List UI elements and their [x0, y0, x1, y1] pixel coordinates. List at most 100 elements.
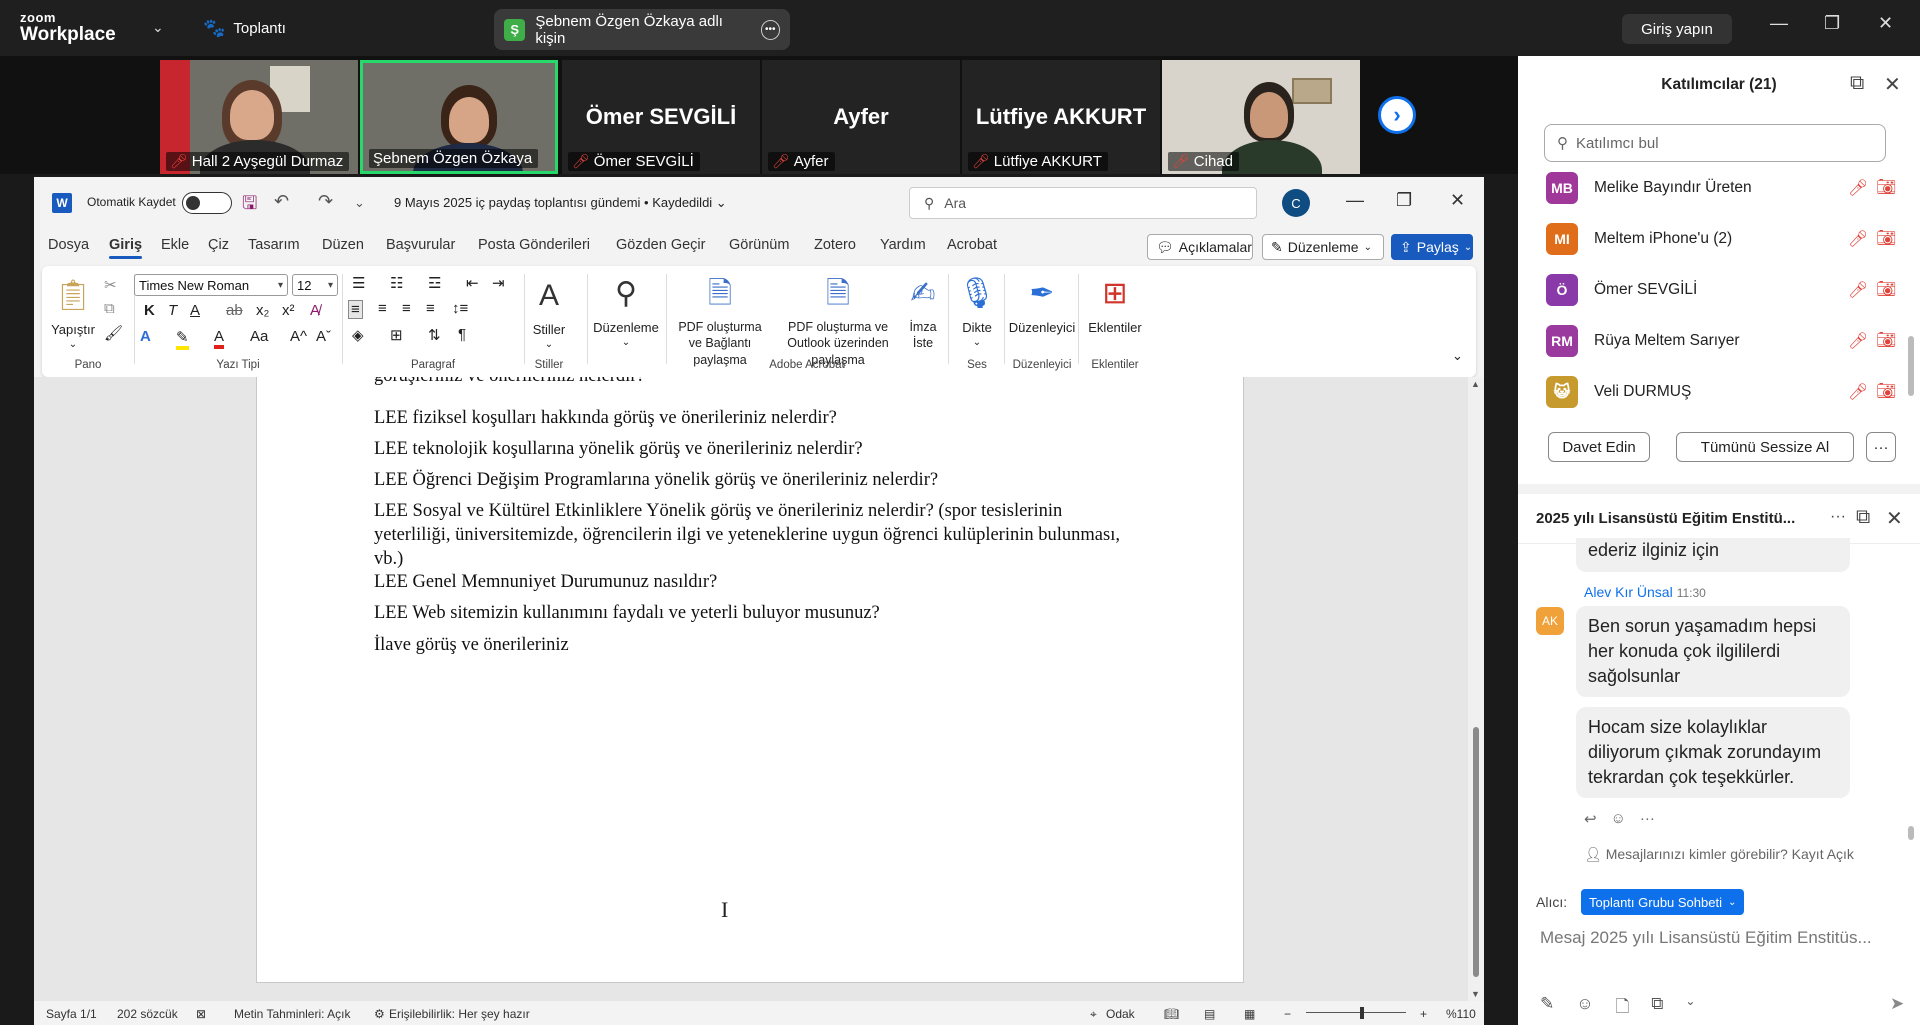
- minimize-icon[interactable]: —: [1346, 190, 1364, 211]
- tab-acrobat[interactable]: Acrobat: [947, 237, 997, 253]
- chat-scrollbar[interactable]: [1908, 826, 1914, 840]
- popout-icon[interactable]: ⧉: [1856, 506, 1870, 529]
- change-case-icon[interactable]: Aa: [250, 328, 268, 345]
- tab-view[interactable]: Görünüm: [729, 237, 789, 253]
- line-spacing-icon[interactable]: ↕≡: [452, 300, 468, 317]
- tab-insert[interactable]: Ekle: [161, 237, 189, 253]
- next-page-icon[interactable]: ›: [1378, 96, 1416, 134]
- pdf-share-outlook-button[interactable]: 🗎 PDF oluşturma ve Outlook üzerinden pay…: [770, 274, 906, 369]
- popout-icon[interactable]: ⧉: [1850, 72, 1864, 95]
- shrink-font-icon[interactable]: Aˇ: [316, 328, 331, 345]
- mute-all-button[interactable]: Tümünü Sessize Al: [1676, 432, 1854, 462]
- document-title[interactable]: 9 Mayıs 2025 iç paydaş toplantısı gündem…: [394, 195, 727, 211]
- paragraph[interactable]: LEE fiziksel koşulları hakkında görüş ve…: [374, 406, 1134, 430]
- tab-zotero[interactable]: Zotero: [814, 237, 856, 253]
- participant-item[interactable]: 😺︎ Veli DURMUŞ 🎤︎ 📷︎: [1546, 372, 1896, 412]
- participant-scrollbar[interactable]: [1908, 336, 1914, 396]
- scrollbar-thumb[interactable]: [1473, 727, 1479, 977]
- styles-button[interactable]: A Stiller ⌄: [526, 276, 572, 352]
- video-tile[interactable]: 🎤︎ Cihad: [1162, 60, 1360, 174]
- close-icon[interactable]: ✕: [1886, 506, 1903, 531]
- close-icon[interactable]: ✕: [1450, 190, 1465, 211]
- user-avatar[interactable]: C: [1282, 189, 1310, 217]
- chevron-down-icon[interactable]: ⌄: [152, 19, 164, 36]
- addins-button[interactable]: ⊞ Eklentiler: [1080, 274, 1150, 336]
- zoom-out-icon[interactable]: −: [1284, 1007, 1291, 1021]
- request-signature-button[interactable]: ✍︎ İmza İste: [902, 274, 944, 352]
- close-icon[interactable]: ✕: [1884, 72, 1901, 97]
- tab-help[interactable]: Yardım: [880, 237, 926, 253]
- copy-icon[interactable]: ⧉: [104, 300, 115, 317]
- format-painter-icon[interactable]: 🖌︎: [104, 324, 123, 342]
- find-editing-button[interactable]: ⚲ Düzenleme ⌄: [590, 274, 662, 350]
- subscript-icon[interactable]: x₂: [256, 302, 269, 319]
- paragraph[interactable]: LEE Öğrenci Değişim Programlarına yöneli…: [374, 468, 1134, 492]
- proofing-icon[interactable]: ⊠: [196, 1007, 206, 1021]
- vertical-scrollbar[interactable]: ▲ ▼: [1468, 377, 1484, 1001]
- editor-button[interactable]: ✒︎ Düzenleyici: [1006, 274, 1078, 336]
- chat-message[interactable]: Hocam size kolaylıklar diliyorum çıkmak …: [1576, 707, 1850, 798]
- recipient-select[interactable]: Toplantı Grubu Sohbeti ⌄: [1581, 889, 1745, 915]
- decrease-indent-icon[interactable]: ⇤: [466, 274, 479, 292]
- paragraph[interactable]: İlave görüş ve önerileriniz: [374, 633, 1134, 657]
- tab-review[interactable]: Gözden Geçir: [616, 237, 705, 253]
- video-tile-active[interactable]: Şebnem Özgen Özkaya: [360, 60, 558, 174]
- web-layout-icon[interactable]: ▦: [1244, 1007, 1255, 1021]
- align-center-icon[interactable]: ≡: [378, 300, 387, 317]
- emoji-react-icon[interactable]: ☺︎: [1611, 810, 1626, 828]
- tab-file[interactable]: Dosya: [48, 237, 89, 253]
- paste-button[interactable]: 📋︎ Yapıştır ⌄: [48, 276, 98, 352]
- justify-icon[interactable]: ≡: [426, 300, 435, 317]
- superscript-icon[interactable]: x²: [282, 302, 295, 319]
- multilevel-list-icon[interactable]: ☲: [428, 274, 441, 292]
- align-right-icon[interactable]: ≡: [402, 300, 411, 317]
- chat-input[interactable]: Mesaj 2025 yılı Lisansüstü Eğitim Enstit…: [1540, 928, 1912, 948]
- minimize-icon[interactable]: —: [1770, 13, 1788, 34]
- zoom-level[interactable]: %110: [1446, 1007, 1476, 1021]
- underline-icon[interactable]: A: [190, 302, 200, 319]
- scroll-down-icon[interactable]: ▼: [1471, 989, 1480, 999]
- tab-references[interactable]: Başvurular: [386, 237, 455, 253]
- tab-home[interactable]: Giriş: [109, 237, 143, 259]
- pdf-share-link-button[interactable]: 🗎 PDF oluşturma ve Bağlantı paylaşma: [672, 274, 768, 369]
- dictate-button[interactable]: 🎙︎ Dikte ⌄: [952, 274, 1002, 350]
- cut-icon[interactable]: ✂: [104, 276, 117, 294]
- text-effects-icon[interactable]: A: [140, 328, 151, 345]
- numbering-icon[interactable]: ☷: [390, 274, 403, 292]
- text-predictions[interactable]: Metin Tahminleri: Açık: [234, 1007, 351, 1021]
- autosave-toggle[interactable]: [182, 192, 232, 214]
- video-tile[interactable]: Ömer SEVGİLİ 🎤︎ Ömer SEVGİLİ: [562, 60, 760, 174]
- emoji-icon[interactable]: ☺︎: [1576, 994, 1593, 1023]
- comments-button[interactable]: 💬︎ Açıklamalar: [1147, 234, 1253, 260]
- focus-mode[interactable]: Odak: [1106, 1007, 1135, 1021]
- chevron-down-icon[interactable]: ⌄: [1685, 994, 1695, 1023]
- undo-icon[interactable]: ↶: [274, 191, 289, 212]
- zoom-slider-thumb[interactable]: [1360, 1007, 1364, 1019]
- scroll-up-icon[interactable]: ▲: [1471, 379, 1480, 389]
- sort-icon[interactable]: ⇅: [428, 326, 441, 344]
- chat-message[interactable]: Ben sorun yaşamadım hepsi her konuda çok…: [1576, 606, 1850, 697]
- accessibility-status[interactable]: Erişilebilirlik: Her şey hazır: [389, 1007, 530, 1021]
- chat-message[interactable]: ederiz ilginiz için: [1576, 538, 1850, 572]
- restore-icon[interactable]: ❐: [1396, 190, 1412, 211]
- invite-button[interactable]: Davet Edin: [1548, 432, 1650, 462]
- customize-qat-icon[interactable]: ⌄: [354, 195, 365, 211]
- participant-item[interactable]: MB Melike Bayındır Üreten 🎤︎ 📷︎: [1546, 168, 1896, 208]
- print-layout-icon[interactable]: ▤: [1204, 1007, 1215, 1021]
- strikethrough-icon[interactable]: ab: [226, 302, 243, 319]
- sign-in-button[interactable]: Giriş yapın: [1622, 14, 1732, 44]
- paragraph[interactable]: LEE teknolojik koşullarına yönelik görüş…: [374, 437, 1134, 461]
- grow-font-icon[interactable]: A^: [290, 328, 307, 345]
- video-tile[interactable]: Lütfiye AKKURT 🎤︎ Lütfiye AKKURT: [962, 60, 1160, 174]
- participant-item[interactable]: Ö Ömer SEVGİLİ 🎤︎ 📷︎: [1546, 270, 1896, 310]
- borders-icon[interactable]: ⊞: [390, 326, 403, 344]
- video-tile[interactable]: Ayfer 🎤︎ Ayfer: [762, 60, 960, 174]
- paragraph[interactable]: LEE Genel Memnuniyet Durumunuz nasıldır?: [374, 570, 1134, 594]
- bullets-icon[interactable]: ☰: [352, 274, 365, 292]
- file-icon[interactable]: 🗋︎: [1616, 994, 1630, 1023]
- show-marks-icon[interactable]: ¶: [458, 326, 466, 343]
- tab-mailings[interactable]: Posta Gönderileri: [478, 237, 590, 253]
- align-left-icon[interactable]: ≡: [348, 300, 363, 319]
- screen-share-indicator[interactable]: Ş Şebnem Özgen Özkaya adlı kişin •••: [494, 9, 790, 50]
- clear-formatting-icon[interactable]: A̸: [310, 302, 320, 319]
